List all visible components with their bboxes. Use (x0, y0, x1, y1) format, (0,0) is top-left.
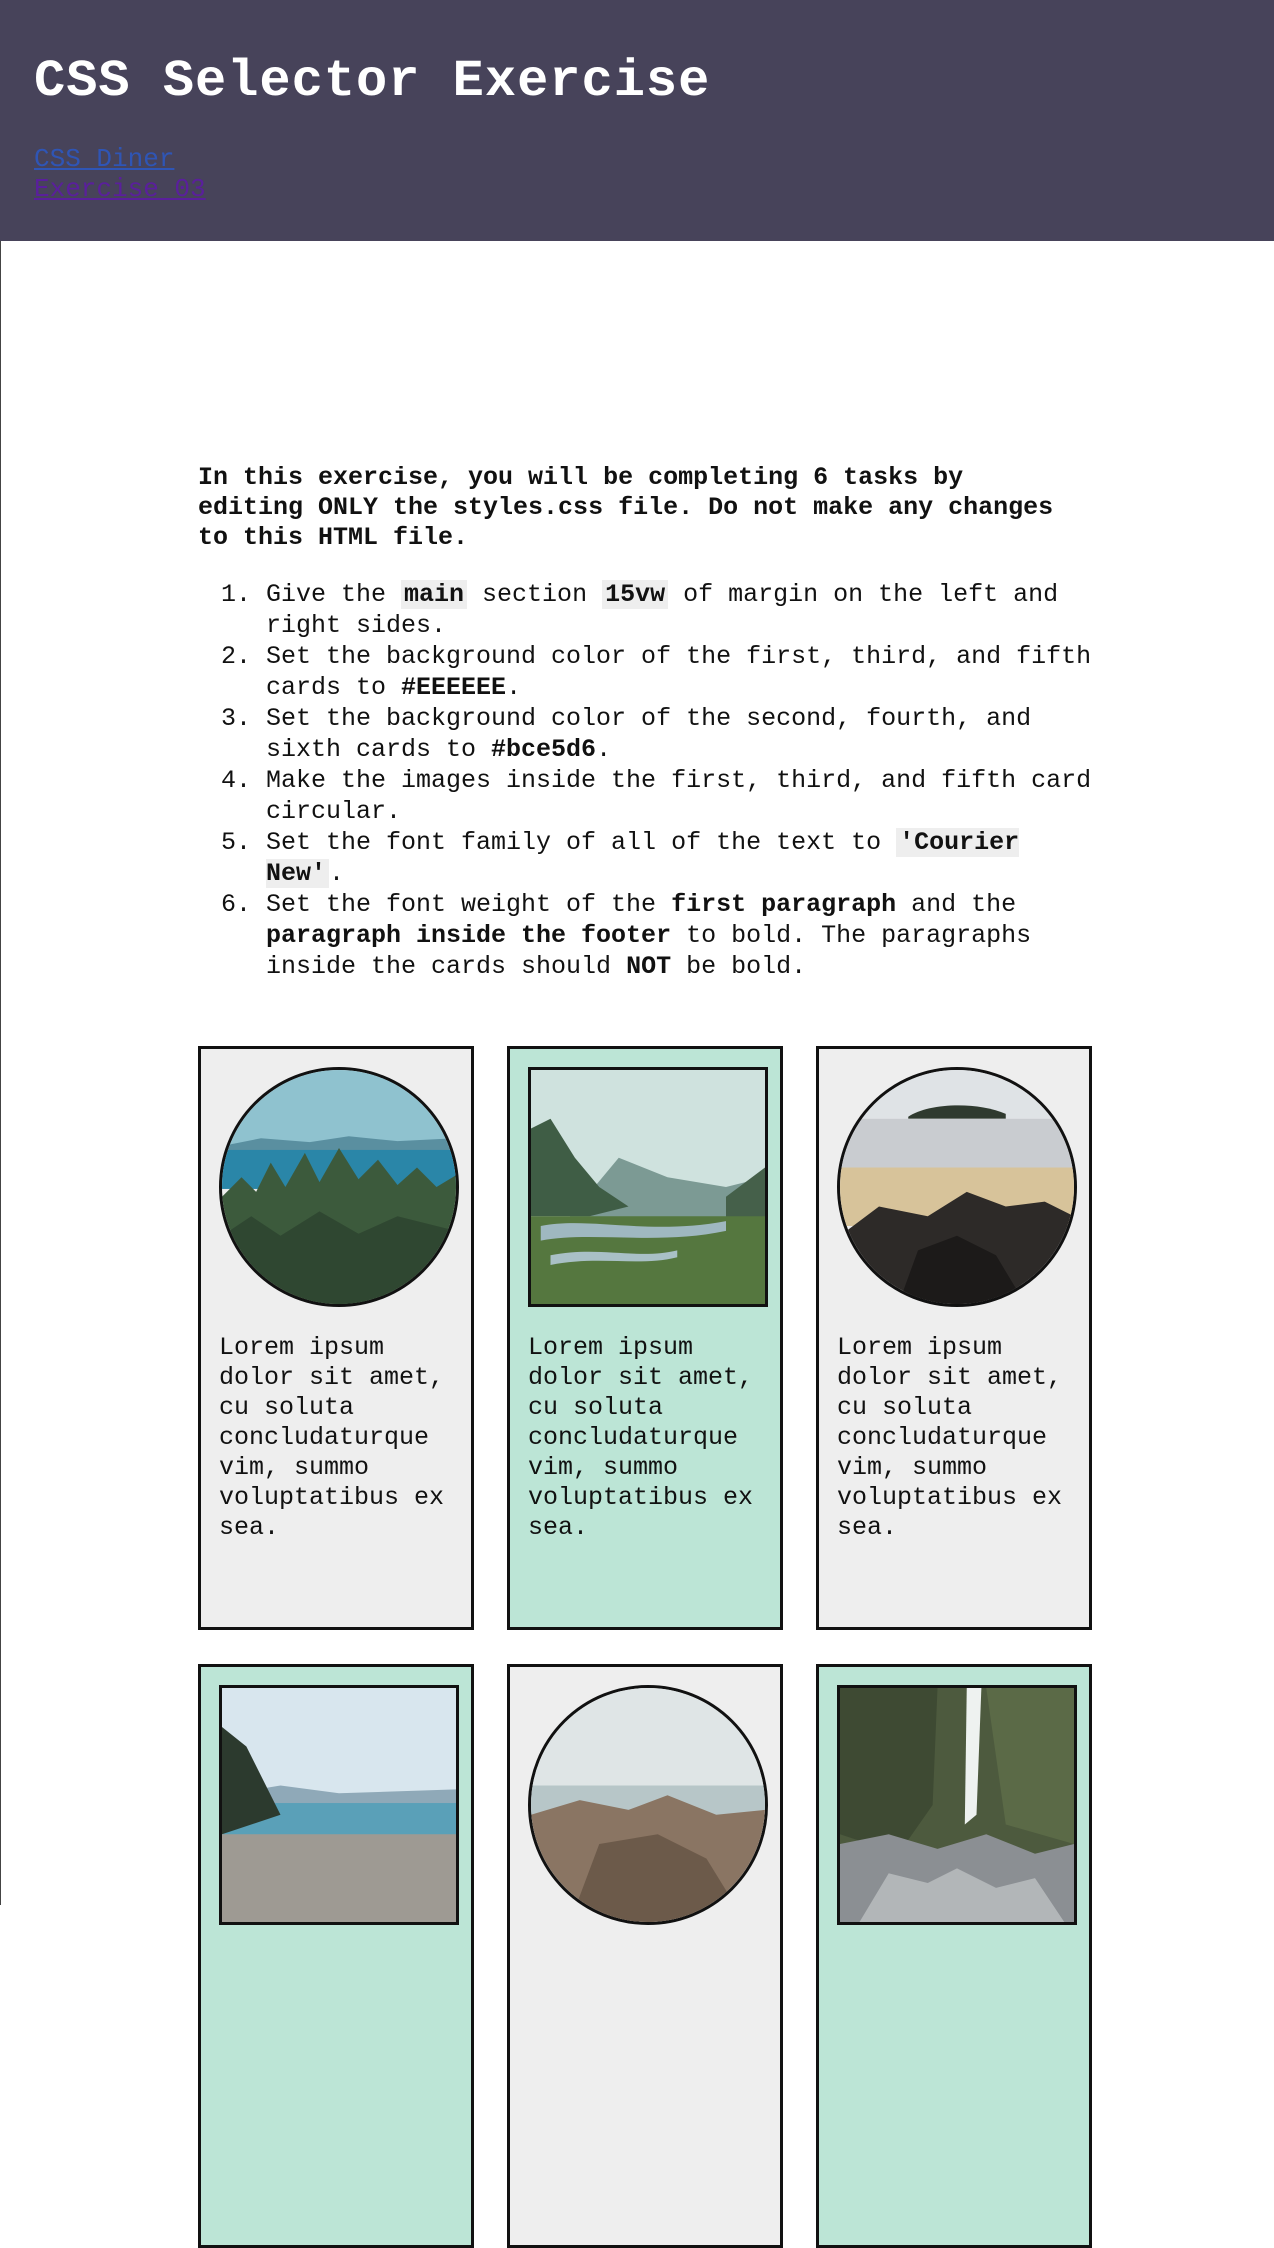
task-text: . (506, 673, 522, 702)
card-text: Lorem ipsum dolor sit amet, cu soluta co… (837, 1333, 1063, 1542)
color-value: #EEEEEE (401, 673, 507, 702)
task-item: Set the font weight of the first paragra… (266, 889, 1098, 982)
river-valley-image (528, 1067, 768, 1307)
task-item: Make the images inside the first, third,… (266, 765, 1098, 827)
task-list: Give the main section 15vw of margin on … (198, 579, 1098, 982)
color-value: #bce5d6 (491, 735, 597, 764)
intro-paragraph: In this exercise, you will be completing… (198, 463, 1054, 552)
task-text: Set the background color of the second, … (266, 704, 1032, 764)
card-text: Lorem ipsum dolor sit amet, cu soluta co… (219, 1333, 445, 1542)
card-grid: Lorem ipsum dolor sit amet, cu soluta co… (198, 1046, 1098, 2248)
card-5 (507, 1664, 783, 2248)
header-nav: CSS Diner Exercise 03 (34, 144, 1240, 204)
task-text: Set the font family of all of the text t… (266, 828, 897, 857)
card-text: Lorem ipsum dolor sit amet, cu soluta co… (528, 1333, 754, 1542)
main-section: In this exercise, you will be completing… (198, 463, 1098, 2248)
exercise-03-link[interactable]: Exercise 03 (34, 174, 1240, 204)
page-header: CSS Selector Exercise CSS Diner Exercise… (0, 0, 1274, 241)
task-item: Set the background color of the first, t… (266, 641, 1098, 703)
page-title: CSS Selector Exercise (34, 52, 711, 111)
card-1: Lorem ipsum dolor sit amet, cu soluta co… (198, 1046, 474, 1630)
task-text: Set the background color of the first, t… (266, 642, 1092, 702)
emphasis: first paragraph (671, 890, 897, 919)
task-item: Set the font family of all of the text t… (266, 827, 1098, 889)
beach-rocks-image (837, 1067, 1077, 1307)
emphasis: NOT (626, 952, 672, 981)
page-left-border (0, 241, 1, 1905)
task-item: Set the background color of the second, … (266, 703, 1098, 765)
task-text: . (596, 735, 612, 764)
task-text: and the (896, 890, 1017, 919)
emphasis: paragraph inside the footer (266, 921, 672, 950)
task-text: section (467, 580, 603, 609)
pebble-shore-image (219, 1685, 459, 1925)
code-15vw: 15vw (602, 580, 669, 609)
task-item: Give the main section 15vw of margin on … (266, 579, 1098, 641)
waterfall-image (837, 1685, 1077, 1925)
task-text: Make the images inside the first, third,… (266, 766, 1092, 826)
task-text: . (329, 859, 345, 888)
code-main: main (401, 580, 468, 609)
card-2: Lorem ipsum dolor sit amet, cu soluta co… (507, 1046, 783, 1630)
card-3: Lorem ipsum dolor sit amet, cu soluta co… (816, 1046, 1092, 1630)
task-text: Give the (266, 580, 402, 609)
card-6 (816, 1664, 1092, 2248)
card-4 (198, 1664, 474, 2248)
task-text: be bold. (671, 952, 807, 981)
forest-lake-image (219, 1067, 459, 1307)
task-text: Set the font weight of the (266, 890, 672, 919)
rocky-coast-image (528, 1685, 768, 1925)
css-diner-link[interactable]: CSS Diner (34, 144, 1240, 174)
